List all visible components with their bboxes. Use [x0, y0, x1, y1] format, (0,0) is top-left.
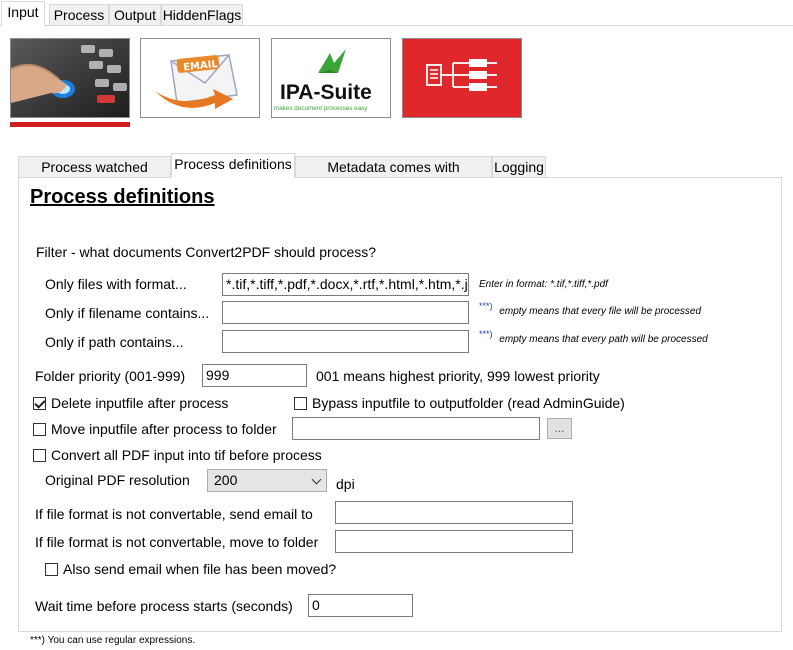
browse-button[interactable]: ...: [547, 418, 572, 439]
also-email-label: Also send email when file has been moved…: [63, 561, 337, 577]
tab-strip-divider: [0, 25, 793, 26]
email-label: If file format is not convertable, send …: [35, 506, 313, 522]
bypass-label: Bypass inputfile to outputfolder (read A…: [312, 395, 625, 411]
email-image-button[interactable]: EMAIL: [140, 38, 260, 118]
email-envelope-icon: EMAIL: [141, 39, 259, 117]
tab-logging[interactable]: Logging: [492, 156, 546, 177]
filename-hint-text: empty means that every file will be proc…: [499, 306, 702, 317]
convert-label: Convert all PDF input into tif before pr…: [51, 447, 322, 463]
resolution-label: Original PDF resolution: [45, 472, 190, 488]
panel-heading: Process definitions: [30, 186, 215, 208]
tab-input[interactable]: Input: [1, 1, 45, 26]
regex-marker: ***): [479, 329, 493, 339]
selected-indicator-bar: [10, 122, 130, 127]
move-label: Move inputfile after process to folder: [51, 421, 277, 437]
movefolder-label: If file format is not convertable, move …: [35, 534, 319, 550]
path-label: Only if path contains...: [45, 334, 184, 350]
path-hint-text: empty means that every path will be proc…: [499, 334, 708, 345]
tab-output[interactable]: Output: [109, 4, 161, 25]
path-input[interactable]: [222, 330, 469, 353]
filename-label: Only if filename contains...: [45, 305, 210, 321]
move-checkbox[interactable]: [33, 423, 46, 436]
wait-label: Wait time before process starts (seconds…: [35, 598, 293, 614]
also-email-checkbox[interactable]: [45, 563, 58, 576]
regex-marker: ***): [479, 301, 493, 311]
path-hint: ***) empty means that every path will be…: [479, 329, 708, 345]
resolution-value: 200: [214, 472, 238, 488]
tab-metadata[interactable]: Metadata comes with document: [295, 156, 492, 195]
wait-input[interactable]: 0: [308, 594, 413, 617]
format-label: Only files with format...: [45, 276, 187, 292]
convert-checkbox[interactable]: [33, 449, 46, 462]
footnote: ***) You can use regular expressions.: [30, 635, 196, 646]
priority-label: Folder priority (001-999): [35, 368, 186, 384]
email-input[interactable]: [335, 501, 573, 524]
ipa-suite-image-button[interactable]: IPA-Suite makes document processes easy: [271, 38, 391, 118]
filter-label: Filter - what documents Convert2PDF shou…: [36, 244, 377, 260]
priority-hint: 001 means highest priority, 999 lowest p…: [316, 368, 600, 384]
tab-hiddenflags[interactable]: HiddenFlags: [161, 4, 243, 25]
watched-folder-image-button[interactable]: [10, 38, 130, 118]
svg-text:makes document processes easy: makes document processes easy: [274, 105, 368, 112]
format-hint: Enter in format: *.tif,*.tiff,*.pdf: [479, 279, 608, 290]
delete-checkbox[interactable]: [33, 397, 46, 410]
process-flow-image-button[interactable]: [402, 38, 522, 118]
move-folder-input[interactable]: [292, 417, 540, 440]
tab-process-definitions[interactable]: Process definitions: [171, 153, 295, 178]
movefolder-input[interactable]: [335, 530, 573, 553]
chevron-down-icon: [311, 474, 322, 485]
bypass-checkbox[interactable]: [294, 397, 307, 410]
tab-process-watched-folders[interactable]: Process watched folders: [18, 156, 171, 195]
keypad-press-icon: [11, 39, 129, 117]
tab-process[interactable]: Process: [49, 4, 109, 25]
format-input[interactable]: *.tif,*.tiff,*.pdf,*.docx,*.rtf,*.html,*…: [222, 273, 469, 296]
priority-input[interactable]: 999: [202, 364, 307, 387]
svg-text:IPA-Suite: IPA-Suite: [280, 81, 372, 104]
filename-input[interactable]: [222, 301, 469, 324]
resolution-unit: dpi: [336, 476, 355, 492]
ipa-suite-logo: IPA-Suite makes document processes easy: [272, 39, 390, 117]
process-flow-icon: [403, 39, 521, 117]
resolution-select[interactable]: 200: [207, 469, 327, 492]
filename-hint: ***) empty means that every file will be…: [479, 301, 701, 317]
delete-label: Delete inputfile after process: [51, 395, 229, 411]
